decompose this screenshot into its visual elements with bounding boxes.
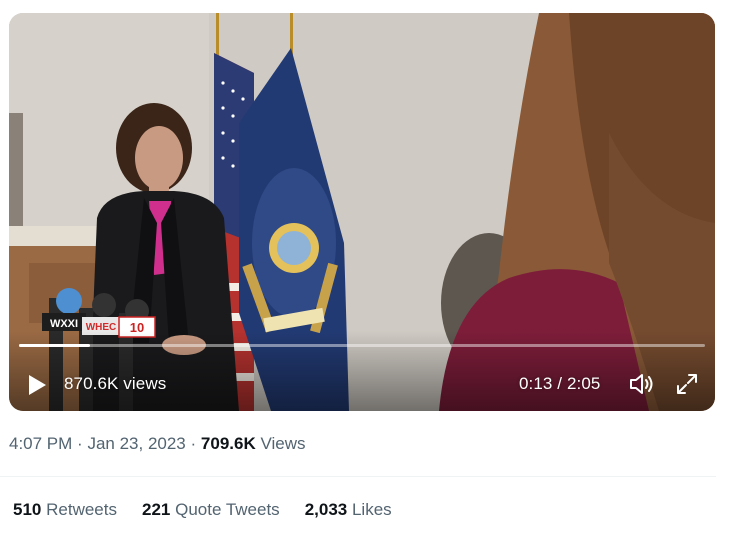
tweet-date[interactable]: Jan 23, 2023 [87, 434, 185, 453]
play-button[interactable] [25, 373, 49, 397]
tweet-views-label: Views [260, 434, 306, 453]
meta-separator: · [190, 434, 197, 453]
tweet-time[interactable]: 4:07 PM [9, 434, 72, 453]
fullscreen-button[interactable] [675, 372, 699, 396]
retweets-count: 510 [13, 500, 42, 519]
likes-label: Likes [351, 500, 392, 519]
tweet-views-count: 709.6K [200, 434, 256, 453]
play-icon [29, 375, 46, 395]
meta-separator: · [77, 434, 83, 453]
quote-tweets-label: Quote Tweets [175, 500, 280, 519]
likes-stat[interactable]: 2,033 Likes [305, 500, 392, 520]
video-controls-overlay [9, 331, 715, 411]
video-progress-bar[interactable] [19, 344, 705, 347]
quote-tweets-count: 221 [141, 500, 171, 519]
quote-tweets-stat[interactable]: 221 Quote Tweets [142, 500, 280, 520]
overlay-view-count: 870.6K views [64, 374, 167, 393]
mic-flag-label: WXXI [50, 318, 78, 330]
retweets-stat[interactable]: 510 Retweets [13, 500, 117, 520]
video-progress-fill [19, 344, 91, 347]
retweets-label: Retweets [46, 500, 117, 519]
tweet-metadata: 4:07 PM · Jan 23, 2023 · 709.6K Views [9, 434, 306, 454]
divider [0, 476, 716, 477]
tweet-stats: 510 Retweets 221 Quote Tweets 2,033 Like… [13, 500, 417, 520]
likes-count: 2,033 [304, 500, 348, 519]
video-time-display: 0:13 / 2:05 [519, 374, 601, 393]
video-player[interactable]: WXXI WHEC 10 870.6K views 0:13 / 2:05 [9, 13, 715, 411]
volume-button[interactable] [629, 372, 655, 396]
fullscreen-icon [677, 374, 697, 394]
volume-icon [630, 374, 653, 394]
